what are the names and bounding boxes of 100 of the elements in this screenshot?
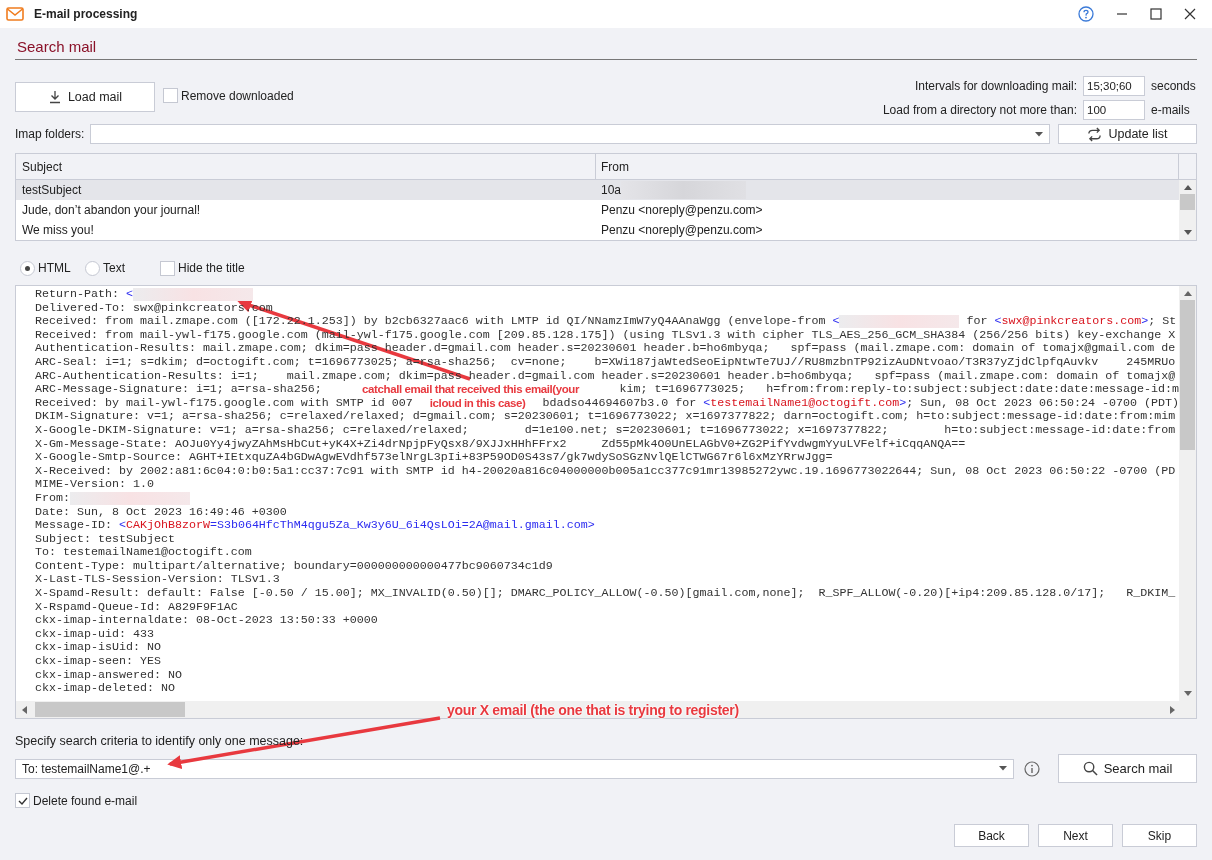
- footer-button[interactable]: Next: [1038, 824, 1113, 847]
- section-title: Search mail: [16, 37, 98, 57]
- header-text: for: [965, 315, 989, 329]
- column-header[interactable]: Subject: [16, 154, 596, 179]
- header-text: Authentication-Results: mail.zmape.com; dkim=pass header.d=gmail.com header.s=20230601 header.b=ho6mbyqa; spf=pass (mail.zmape.com: domain of tomajx@gmail.com de: [35, 342, 1176, 356]
- maximize-icon[interactable]: [1150, 8, 1162, 20]
- load-mail-button[interactable]: Load mail: [15, 82, 155, 112]
- checkbox[interactable]: [163, 88, 178, 103]
- field-label: Imap folders:: [15, 127, 85, 141]
- search-mail-button[interactable]: Search mail: [1058, 754, 1197, 783]
- mail-row[interactable]: We miss you! Penzu <noreply@penzu.com>: [16, 220, 1179, 240]
- header-text: <: [125, 288, 133, 302]
- refresh-icon: [1087, 126, 1103, 142]
- column-header[interactable]: From: [596, 154, 1178, 179]
- scroll-up-icon[interactable]: [1183, 291, 1192, 296]
- dropdown-caret-icon: [999, 766, 1007, 771]
- header-text: kim; t=1696773025; h=from:from:reply-to:subject:subject:date:date:message-id:m: [619, 383, 1179, 397]
- header-text: swx@pinkcreators.com: [1001, 315, 1142, 329]
- header-text: >: [1141, 315, 1149, 329]
- header-text: MIME-Version: 1.0: [35, 478, 154, 492]
- close-icon[interactable]: [1184, 8, 1196, 20]
- header-text: Received: by mail-ywl-f175.google.com with SMTP id 007: [35, 396, 413, 411]
- update-list-button[interactable]: Update list: [1058, 124, 1197, 144]
- limit-field[interactable]: 100: [1083, 100, 1145, 120]
- annotation-text: catchall email that received this email(your: [361, 383, 581, 397]
- header-text: ckx-imap-internaldate: 08-Oct-2023 13:50:33 +0000: [35, 614, 378, 628]
- header-text: X-Spamd-Result: default: False [-0.50 / 15.00]; MX_INVALID(0.50)[]; DMARC_POLICY_ALLOW(-0.50)[gmail.com,none]; R_SPF_ALLOW(-0.20)[+ip4:209.85.128.0/17]; R_DKIM_: [35, 587, 1176, 601]
- header-text: Content-Type: multipart/alternative; boundary=000000000000477bc9060734c1d9: [35, 559, 553, 574]
- checkbox[interactable]: [160, 260, 175, 276]
- checkbox-label: Hide the title: [178, 261, 245, 275]
- radio-label: Text: [103, 261, 125, 275]
- mail-row[interactable]: testSubject 10a: [16, 180, 1179, 200]
- header-text: Subject: testSubject: [35, 532, 175, 547]
- field-label: Load from a directory not more than:: [882, 103, 1077, 117]
- field-label: Intervals for downloading mail:: [914, 79, 1077, 93]
- radio-button[interactable]: [20, 260, 35, 276]
- window-title: E-mail processing: [34, 7, 138, 21]
- horizontal-scrollbar[interactable]: [16, 701, 1196, 718]
- table-cell-text: Jude, don’t abandon your journal!: [21, 203, 202, 217]
- envelope-icon: [6, 7, 24, 21]
- radio-label: HTML: [38, 261, 71, 275]
- mail-row[interactable]: Jude, don’t abandon your journal! Penzu <noreply@penzu.com>: [16, 200, 1179, 220]
- header-text: ; St: [1148, 315, 1177, 329]
- header-text: =S3b064HfcThM4qgu5Za_Kw3y6U_6i4QsLOi=2A@mail.gmail.com>: [209, 519, 595, 533]
- annotation-text: icloud in this case): [428, 396, 527, 411]
- unit-label: seconds: [1151, 79, 1197, 93]
- header-text: Message-ID:: [35, 519, 113, 533]
- header-text: >: [899, 396, 907, 411]
- header-text: X-Last-TLS-Session-Version: TLSv1.3: [35, 573, 280, 588]
- dropdown-caret-icon: [1035, 131, 1043, 137]
- table-cell-text: We miss you!: [21, 223, 95, 237]
- help-icon[interactable]: [1078, 6, 1094, 22]
- header-text: <: [118, 519, 126, 533]
- intervals-field[interactable]: 15;30;60: [1083, 76, 1145, 96]
- info-icon[interactable]: [1024, 760, 1040, 777]
- scroll-left-icon[interactable]: [22, 705, 27, 714]
- header-text: X-Received: by 2002:a81:6c04:0:b0:5a1:cc37:7c91 with SMTP id h4-20020a816c04000000b005a1cc377c91mr13985272ywc.19.1696773022644; Sun, 08 Oct 2023 06:50:22 -0700 (PD: [35, 464, 1176, 479]
- header-text: ckx-imap-deleted: NO: [35, 682, 175, 696]
- search-criteria-field[interactable]: To: testemailName1@.+: [15, 758, 1014, 779]
- scrollbar[interactable]: [1179, 180, 1196, 240]
- header-text: To: testemailName1@octogift.com: [35, 546, 252, 560]
- header-text: X-Rspamd-Queue-Id: A829F9F1AC: [35, 600, 238, 615]
- header-text: X-Gm-Message-State: AOJu0Yy4jwyZAhMsHbCut+yK4X+Zi4drNpjpFyQsx8/9XJJxHHhFFrx2 Zd55pMk4O0UnELAGbV0+ZG2PifYvdwgmYyuLVFelf+iCqqANQA==: [35, 437, 966, 452]
- header-text: bdadso44694607b3.0 for: [542, 396, 698, 411]
- header-text: ckx-imap-seen: YES: [35, 655, 161, 669]
- header-text: X-Google-DKIM-Signature: v=1; a=rsa-sha256; c=relaxed/relaxed; d=1e100.net; s=20230601; t=1696773022; x=1697377822; h=to:subject:message-id:date:from: [35, 423, 1176, 438]
- unit-label: e-mails: [1151, 103, 1191, 117]
- header-text: ARC-Authentication-Results: i=1; mail.zmape.com; dkim=pass header.d=gmail.com header.s=20230601 header.b=ho6mbyqa; spf=pass (mail.zmape.com: domain of tomajx@: [35, 369, 1176, 384]
- scrollbar[interactable]: [1179, 286, 1196, 701]
- header-text: ckx-imap-answered: NO: [35, 668, 182, 683]
- search-icon: [1082, 761, 1098, 776]
- header-text: Date: Sun, 8 Oct 2023 16:49:46 +0300: [35, 505, 287, 520]
- scroll-up-icon[interactable]: [1183, 185, 1192, 190]
- header-text: ckx-imap-isUid: NO: [35, 641, 161, 656]
- radio-button[interactable]: [85, 260, 100, 276]
- header-text: ARC-Message-Signature: i=1; a=rsa-sha256;: [35, 383, 322, 397]
- header-text: X-Google-Smtp-Source: AGHT+IEtxquZA4bGDwAgwEVdhf573elNrgL3pIi+83P59OD0S43s7/gk7wdySoSGzNvlQElCTWG67r6l6xMzYRrwJgg=: [35, 451, 833, 465]
- scroll-down-icon[interactable]: [1183, 691, 1192, 696]
- checkbox-label: Delete found e-mail: [33, 793, 138, 808]
- footer-button[interactable]: Back: [954, 824, 1029, 847]
- header-text: ckx-imap-uid: 433: [35, 627, 154, 642]
- scroll-right-icon[interactable]: [1170, 705, 1175, 714]
- header-text: testemailName1@octogift.com: [710, 396, 900, 411]
- header-text: From:: [35, 491, 70, 506]
- header-text: Return-Path:: [35, 288, 120, 302]
- table-cell: Penzu <noreply@penzu.com>: [601, 223, 763, 237]
- annotation-text: your X email (the one that is trying to register): [446, 703, 739, 718]
- table-cell: Penzu <noreply@penzu.com>: [601, 203, 763, 217]
- header-text: <: [994, 315, 1002, 329]
- scroll-down-icon[interactable]: [1183, 230, 1192, 235]
- table-cell-text: testSubject: [21, 183, 83, 197]
- checkbox[interactable]: [15, 793, 30, 808]
- header-text: CAKjOhB8zorW: [125, 519, 210, 533]
- header-text: <: [703, 396, 711, 411]
- footer-button[interactable]: Skip: [1122, 824, 1197, 847]
- field-label: Specify search criteria to identify only one message:: [15, 734, 305, 748]
- table-cell: 10a: [601, 183, 622, 197]
- download-icon: [47, 90, 62, 104]
- checkbox-label: Remove downloaded: [181, 88, 294, 103]
- header-text: ; Sun, 08 Oct 2023 06:50:24 -0700 (PDT): [906, 396, 1179, 411]
